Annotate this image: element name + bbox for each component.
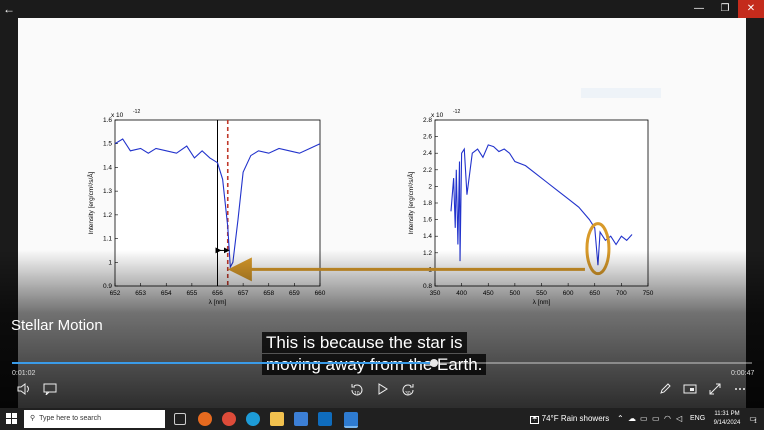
notifications-button[interactable]: ▭ 1	[747, 410, 759, 428]
right-chart-exponent-power: -12	[453, 109, 460, 115]
captions-icon[interactable]	[41, 383, 59, 395]
right-chart-ytick-label: 1.6	[423, 217, 432, 224]
weather-temp: 74°F	[541, 414, 559, 423]
chrome-icon[interactable]	[222, 412, 236, 426]
caption-line-2: moving away from the Earth.	[262, 354, 487, 375]
speaker-icon[interactable]: ◁	[676, 410, 682, 428]
left-chart-ylabel: Intensity [erg/cm²/s/Å]	[86, 171, 95, 234]
left-chart-ytick-label: 1.3	[103, 188, 112, 195]
left-chart-ytick-label: 1.5	[103, 141, 112, 148]
miniplayer-icon[interactable]	[681, 383, 699, 395]
minimize-button[interactable]: —	[686, 0, 712, 18]
onedrive-icon[interactable]: ☁	[628, 410, 636, 428]
mail-icon[interactable]	[318, 412, 332, 426]
firefox-icon[interactable]	[198, 412, 212, 426]
taskbar-search[interactable]: ⚲ Type here to search	[24, 410, 165, 428]
search-icon: ⚲	[30, 415, 36, 422]
title-bar: ← — ❐ ✕	[0, 0, 764, 18]
app-window: ← — ❐ ✕ 6526536546556566576586596600.911…	[0, 0, 764, 408]
weather-text: Rain showers	[560, 414, 610, 423]
weather-widget[interactable]: ☂ 74°F Rain showers	[530, 410, 609, 428]
seek-thumb[interactable]	[429, 359, 438, 367]
caption-line-1: This is because the star is	[262, 332, 467, 353]
right-chart-exponent: x 10	[431, 112, 444, 119]
notification-count: 1	[754, 419, 757, 425]
network-icon[interactable]: ▭	[640, 410, 648, 428]
start-button[interactable]	[6, 410, 18, 428]
close-button[interactable]: ✕	[738, 0, 764, 18]
right-chart-ytick-label: 2.4	[423, 150, 432, 157]
skip-back-label: 10	[354, 391, 360, 397]
more-options-icon[interactable]	[731, 383, 749, 395]
right-chart-ytick-label: 1.8	[423, 200, 432, 207]
battery-icon[interactable]: ▭	[652, 410, 660, 428]
left-chart-exponent-power: -12	[133, 109, 140, 115]
weather-icon: ☂	[530, 416, 540, 424]
seek-bar[interactable]	[12, 359, 752, 367]
right-chart-ytick-label: 2	[428, 183, 432, 190]
store-icon[interactable]	[294, 412, 308, 426]
language-indicator[interactable]: ENG	[690, 410, 705, 428]
taskbar: ⚲ Type here to search ☂ 74°F Rain showers…	[0, 408, 764, 430]
clock-date: 9/14/2024	[713, 420, 741, 426]
edge-icon[interactable]	[246, 412, 260, 426]
tray-chevron-icon[interactable]: ⌃	[617, 410, 624, 428]
left-chart-exponent: x 10	[111, 112, 124, 119]
clock-time: 11:31 PM	[714, 411, 740, 417]
left-chart-ytick-label: 1.1	[103, 236, 112, 243]
fullscreen-icon[interactable]	[706, 383, 724, 395]
file-explorer-icon[interactable]	[270, 412, 284, 426]
right-chart-ytick-label: 2.6	[423, 134, 432, 141]
search-placeholder: Type here to search	[39, 415, 102, 422]
wifi-icon[interactable]: ◠	[664, 410, 671, 428]
skip-forward-button[interactable]: 30	[399, 383, 417, 397]
left-chart-ytick-label: 1.2	[103, 212, 112, 219]
clock[interactable]: 11:31 PM 9/14/2024	[707, 410, 747, 428]
video-title: Stellar Motion	[11, 317, 103, 334]
skip-back-button[interactable]: 10	[348, 383, 366, 397]
left-chart-ytick-label: 1.4	[103, 164, 112, 171]
volume-icon[interactable]	[15, 383, 33, 395]
time-elapsed: 0:01:02	[12, 370, 36, 377]
right-chart-ytick-label: 2.2	[423, 167, 432, 174]
edit-pen-icon[interactable]	[656, 383, 674, 395]
media-player-icon[interactable]	[344, 412, 358, 428]
play-button[interactable]	[374, 383, 392, 395]
restore-button[interactable]: ❐	[712, 0, 738, 18]
right-chart-ytick-label: 1.4	[423, 233, 432, 240]
time-remaining: 0:00:47	[731, 370, 755, 377]
seek-progress	[12, 362, 434, 364]
task-view-icon[interactable]	[174, 413, 186, 425]
right-chart-ylabel: Intensity [erg/cm²/s/Å]	[406, 171, 415, 234]
back-button[interactable]: ←	[0, 0, 18, 18]
skip-forward-label: 30	[405, 391, 411, 397]
